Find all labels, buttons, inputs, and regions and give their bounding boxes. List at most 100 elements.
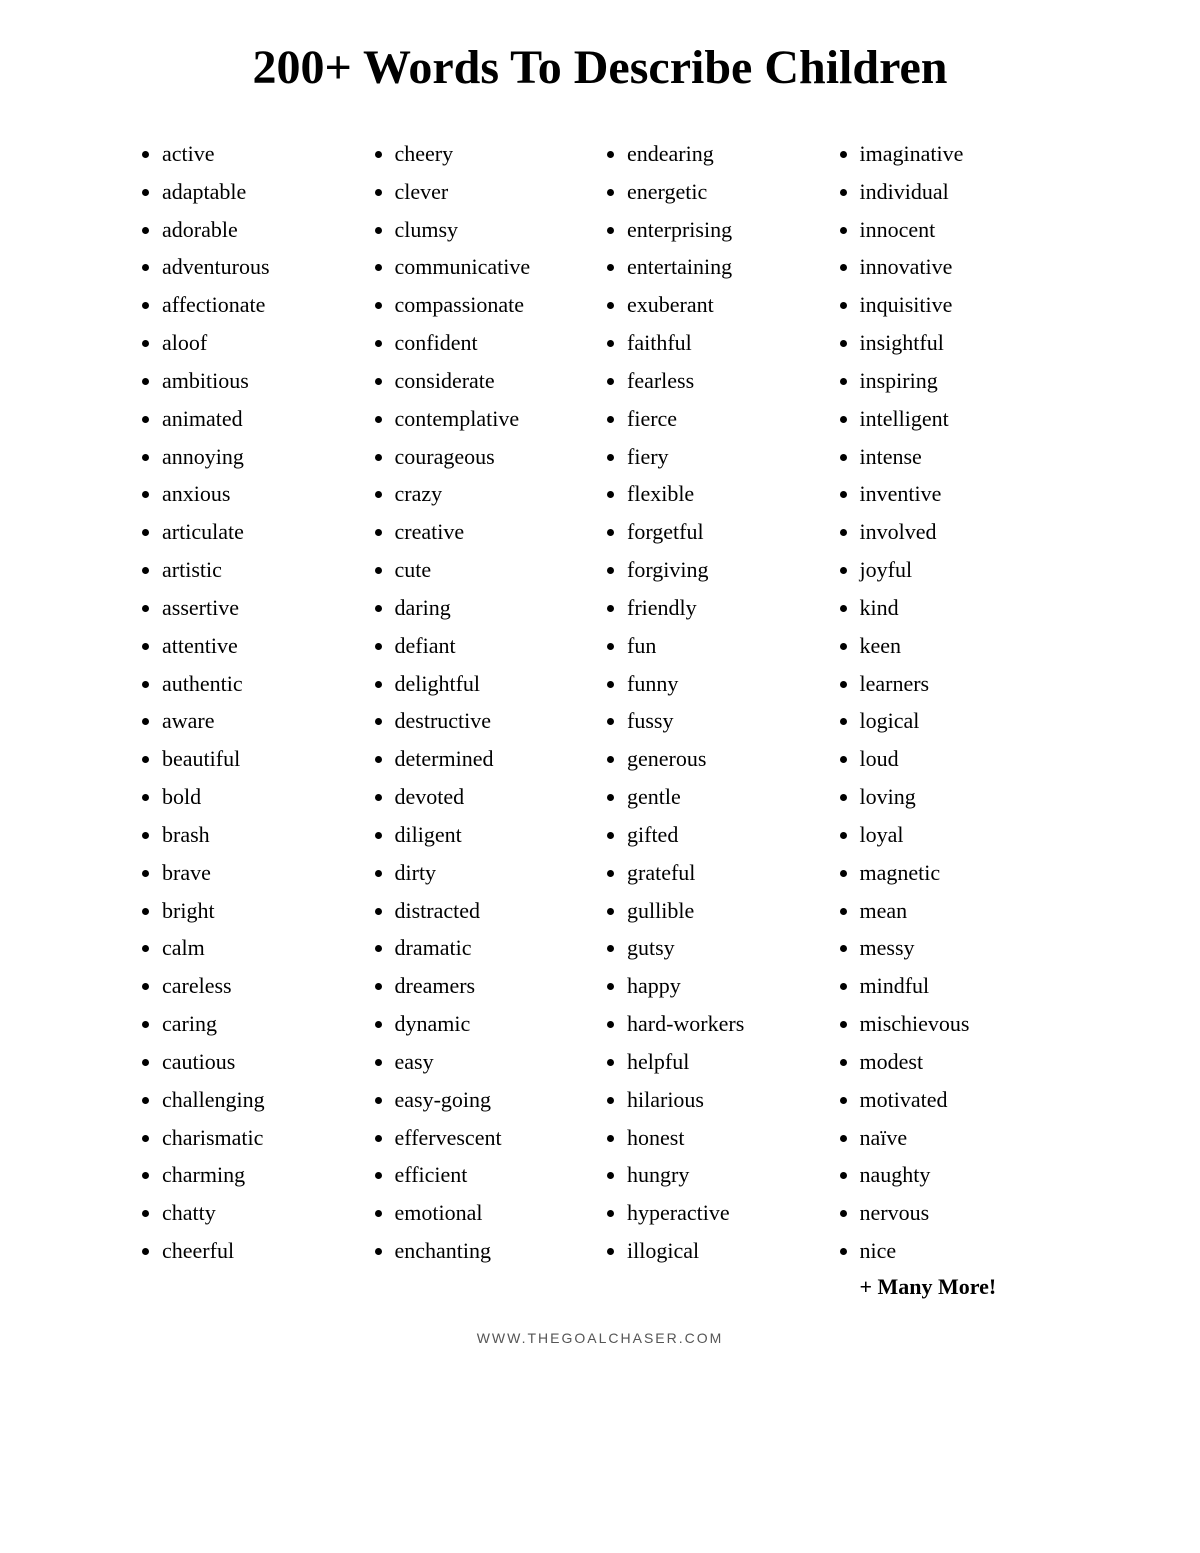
list-item: messy — [860, 929, 1061, 967]
list-item: fiery — [627, 438, 828, 476]
list-item: loud — [860, 740, 1061, 778]
list-item: generous — [627, 740, 828, 778]
list-item: anxious — [162, 475, 363, 513]
list-item: cheery — [395, 135, 596, 173]
list-item: enchanting — [395, 1232, 596, 1270]
list-item: considerate — [395, 362, 596, 400]
list-item: hard-workers — [627, 1005, 828, 1043]
list-item: hyperactive — [627, 1194, 828, 1232]
list-item: energetic — [627, 173, 828, 211]
list-item: diligent — [395, 816, 596, 854]
list-item: keen — [860, 627, 1061, 665]
list-item: crazy — [395, 475, 596, 513]
list-item: artistic — [162, 551, 363, 589]
list-item: animated — [162, 400, 363, 438]
list-item: individual — [860, 173, 1061, 211]
list-item: gutsy — [627, 929, 828, 967]
list-item: imaginative — [860, 135, 1061, 173]
list-item: bold — [162, 778, 363, 816]
list-item: entertaining — [627, 248, 828, 286]
list-item: loyal — [860, 816, 1061, 854]
list-item: confident — [395, 324, 596, 362]
list-item: devoted — [395, 778, 596, 816]
list-item: faithful — [627, 324, 828, 362]
list-item: forgetful — [627, 513, 828, 551]
list-item: joyful — [860, 551, 1061, 589]
list-item: helpful — [627, 1043, 828, 1081]
list-item: easy-going — [395, 1081, 596, 1119]
list-item: adorable — [162, 211, 363, 249]
footer-text: WWW.THEGOALCHASER.COM — [140, 1330, 1060, 1346]
list-item: adventurous — [162, 248, 363, 286]
list-item: adaptable — [162, 173, 363, 211]
list-item: courageous — [395, 438, 596, 476]
list-item: mindful — [860, 967, 1061, 1005]
list-item: creative — [395, 513, 596, 551]
list-item: determined — [395, 740, 596, 778]
list-item: daring — [395, 589, 596, 627]
list-item: annoying — [162, 438, 363, 476]
list-item: clever — [395, 173, 596, 211]
list-item: nervous — [860, 1194, 1061, 1232]
list-item: calm — [162, 929, 363, 967]
list-item: affectionate — [162, 286, 363, 324]
column-4: imaginativeindividualinnocentinnovativei… — [838, 135, 1061, 1300]
list-item: hilarious — [627, 1081, 828, 1119]
list-item: aloof — [162, 324, 363, 362]
list-item: intense — [860, 438, 1061, 476]
list-item: enterprising — [627, 211, 828, 249]
more-label: + Many More! — [838, 1274, 1061, 1300]
list-item: fearless — [627, 362, 828, 400]
list-item: funny — [627, 665, 828, 703]
list-item: ambitious — [162, 362, 363, 400]
list-item: charismatic — [162, 1119, 363, 1157]
list-item: honest — [627, 1119, 828, 1157]
list-item: mean — [860, 892, 1061, 930]
list-item: insightful — [860, 324, 1061, 362]
list-item: gentle — [627, 778, 828, 816]
list-item: distracted — [395, 892, 596, 930]
list-item: kind — [860, 589, 1061, 627]
list-item: innovative — [860, 248, 1061, 286]
list-item: nice — [860, 1232, 1061, 1270]
list-item: effervescent — [395, 1119, 596, 1157]
list-item: cute — [395, 551, 596, 589]
word-list-3: endearingenergeticenterprisingentertaini… — [605, 135, 828, 1270]
word-list-1: activeadaptableadorableadventurousaffect… — [140, 135, 363, 1270]
list-item: articulate — [162, 513, 363, 551]
list-item: delightful — [395, 665, 596, 703]
list-item: fussy — [627, 702, 828, 740]
list-item: exuberant — [627, 286, 828, 324]
list-item: motivated — [860, 1081, 1061, 1119]
columns-container: activeadaptableadorableadventurousaffect… — [140, 135, 1060, 1300]
column-2: cheerycleverclumsycommunicativecompassio… — [373, 135, 596, 1300]
list-item: illogical — [627, 1232, 828, 1270]
list-item: logical — [860, 702, 1061, 740]
list-item: efficient — [395, 1156, 596, 1194]
list-item: naïve — [860, 1119, 1061, 1157]
list-item: magnetic — [860, 854, 1061, 892]
column-1: activeadaptableadorableadventurousaffect… — [140, 135, 363, 1300]
list-item: mischievous — [860, 1005, 1061, 1043]
page-container: 200+ Words To Describe Children activead… — [120, 0, 1080, 1376]
list-item: active — [162, 135, 363, 173]
list-item: authentic — [162, 665, 363, 703]
list-item: chatty — [162, 1194, 363, 1232]
list-item: dirty — [395, 854, 596, 892]
list-item: fierce — [627, 400, 828, 438]
list-item: modest — [860, 1043, 1061, 1081]
list-item: clumsy — [395, 211, 596, 249]
list-item: communicative — [395, 248, 596, 286]
list-item: grateful — [627, 854, 828, 892]
list-item: intelligent — [860, 400, 1061, 438]
list-item: involved — [860, 513, 1061, 551]
list-item: gullible — [627, 892, 828, 930]
list-item: inventive — [860, 475, 1061, 513]
list-item: assertive — [162, 589, 363, 627]
list-item: careless — [162, 967, 363, 1005]
list-item: brave — [162, 854, 363, 892]
word-list-2: cheerycleverclumsycommunicativecompassio… — [373, 135, 596, 1270]
list-item: aware — [162, 702, 363, 740]
list-item: beautiful — [162, 740, 363, 778]
list-item: happy — [627, 967, 828, 1005]
